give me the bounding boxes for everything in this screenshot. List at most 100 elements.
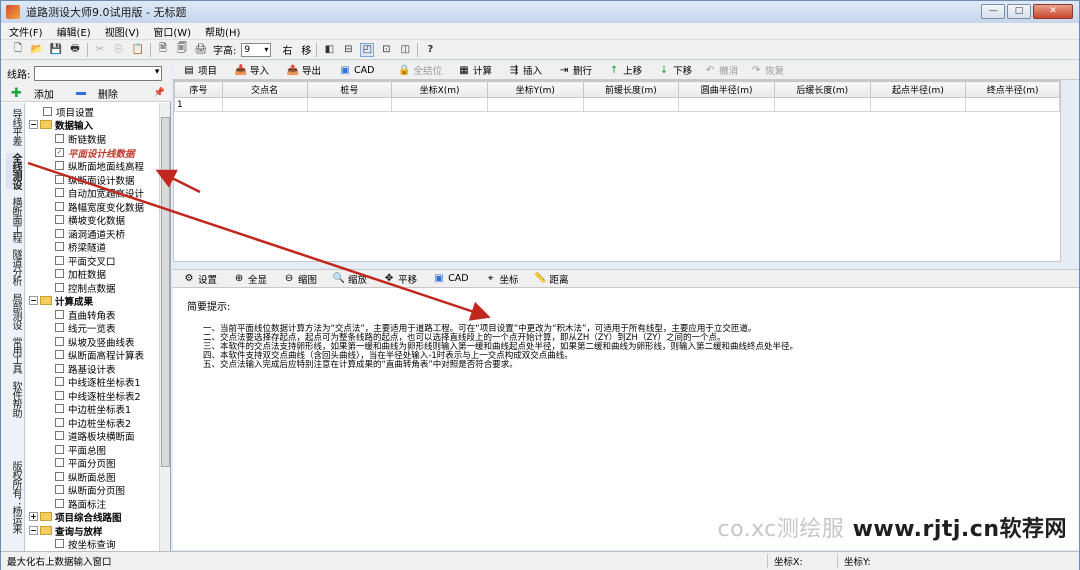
column-header[interactable]: 交点名: [221, 81, 308, 98]
column-header[interactable]: 终点半径(m): [965, 81, 1060, 98]
tree-group-query[interactable]: − 查询与放样: [29, 524, 103, 538]
font-size-select[interactable]: 9: [241, 42, 272, 57]
tree-item-input-10[interactable]: 加桩数据: [55, 267, 106, 281]
tree-item-result-2[interactable]: 纵坡及竖曲线表: [55, 335, 135, 349]
layout-zoom-icon[interactable]: ⊡: [379, 43, 393, 57]
move-up-button[interactable]: ↑ 上移: [608, 63, 642, 78]
table-cell[interactable]: [582, 97, 680, 112]
save-icon[interactable]: 💾: [49, 43, 63, 57]
table-cell[interactable]: [869, 97, 967, 112]
zoom-button[interactable]: 🔍 缩放: [333, 272, 367, 286]
tree-item-input-2[interactable]: 纵断面地面线高程: [55, 159, 144, 173]
tree-item-result-7[interactable]: 中边桩坐标表1: [55, 402, 131, 416]
table-cell[interactable]: [486, 97, 584, 112]
tree-group-data-input[interactable]: − 数据输入: [29, 118, 93, 132]
layout-left-icon[interactable]: ◧: [322, 43, 336, 57]
add-icon[interactable]: ✚: [11, 86, 22, 101]
tree-item-result-6[interactable]: 中线逐桩坐标表2: [55, 389, 141, 403]
tree-item-input-6[interactable]: 横坡变化数据: [55, 213, 125, 227]
tree-item-input-8[interactable]: 桥梁隧道: [55, 240, 106, 254]
coordinate-button[interactable]: ⌖ 坐标: [485, 272, 519, 286]
table-cell[interactable]: [221, 97, 308, 112]
move-down-button[interactable]: ↓ 下移: [658, 63, 692, 78]
table-cell[interactable]: [391, 97, 488, 112]
tree-item-input-5[interactable]: 路幅宽度变化数据: [55, 200, 144, 214]
new-file-icon[interactable]: 🗋: [11, 43, 25, 57]
table-cell[interactable]: [306, 97, 393, 112]
copy-icon[interactable]: ⎘: [112, 43, 126, 57]
layout-minus-icon[interactable]: ⊟: [341, 43, 355, 57]
settings-button[interactable]: ⚙ 设置: [183, 272, 218, 286]
tab-cross-section[interactable]: 横断面工程: [6, 197, 21, 242]
table-cell[interactable]: [965, 97, 1060, 112]
delete-button[interactable]: 删除: [98, 86, 118, 101]
print-preview-icon[interactable]: 🖶: [68, 43, 82, 57]
tree-item-input-3[interactable]: 纵断面设计数据: [55, 173, 135, 187]
export-doc-icon[interactable]: 🗐: [175, 43, 189, 57]
add-button[interactable]: 添加: [34, 86, 54, 101]
column-header[interactable]: 桩号: [306, 81, 393, 98]
menu-file[interactable]: 文件(F): [9, 24, 43, 39]
tree-item-result-10[interactable]: 平面总图: [55, 443, 106, 457]
column-header[interactable]: 圆曲半径(m): [678, 81, 775, 98]
maximize-button[interactable]: □: [1007, 4, 1031, 19]
delete-row-button[interactable]: ⇥ 删行: [558, 63, 592, 78]
column-header[interactable]: 前缓长度(m): [582, 81, 680, 98]
move-button[interactable]: 移: [301, 42, 311, 57]
tree-item-result-0[interactable]: 直曲转角表: [55, 308, 116, 322]
import-button[interactable]: 📥 导入: [235, 63, 269, 78]
column-header[interactable]: 起点半径(m): [869, 81, 967, 98]
tree-item-result-3[interactable]: 纵断面高程计算表: [55, 348, 144, 362]
cut-icon[interactable]: ✂: [93, 43, 107, 57]
table-cell[interactable]: [773, 97, 871, 112]
undo-button[interactable]: ↶ 撤消: [704, 63, 738, 78]
tree-item-result-12[interactable]: 纵断面总图: [55, 470, 116, 484]
help-icon[interactable]: ?: [423, 43, 437, 57]
graphics-cad-button[interactable]: ▣ CAD: [433, 273, 468, 285]
minimize-button[interactable]: —: [981, 4, 1005, 19]
tree-item-result-9[interactable]: 道路板块横断面: [55, 429, 135, 443]
insert-row-button[interactable]: ⇶ 插入: [508, 63, 542, 78]
tree-item-result-11[interactable]: 平面分页图: [55, 456, 116, 470]
column-header[interactable]: 后缓长度(m): [773, 81, 871, 98]
pan-button[interactable]: ✥ 平移: [383, 272, 417, 286]
align-right-button[interactable]: 右: [282, 42, 292, 57]
tree-scrollbar[interactable]: [159, 103, 170, 551]
line-combo[interactable]: [34, 65, 163, 81]
tree-group-overview[interactable]: + 项目综合线路图: [29, 510, 122, 524]
menu-window[interactable]: 窗口(W): [153, 24, 191, 39]
close-button[interactable]: ✕: [1033, 4, 1073, 19]
cad-button[interactable]: ▣ CAD: [339, 64, 374, 76]
tree-item-result-4[interactable]: 路基设计表: [55, 362, 116, 376]
tree-item-result-5[interactable]: 中线逐桩坐标表1: [55, 375, 141, 389]
paste-icon[interactable]: 📋: [131, 43, 145, 57]
export-button[interactable]: 📤 导出: [287, 63, 321, 78]
tab-software-help[interactable]: 软件帮助: [6, 381, 21, 417]
tree-item-result-14[interactable]: 路面标注: [55, 497, 106, 511]
column-header[interactable]: 坐标Y(m): [486, 81, 584, 98]
tree-item-input-9[interactable]: 平面交叉口: [55, 254, 116, 268]
tab-full-line-design[interactable]: 全线测设: [6, 153, 21, 189]
tab-traverse-adjust[interactable]: 导线平差: [6, 109, 21, 145]
menu-edit[interactable]: 编辑(E): [57, 24, 91, 39]
tree-item-query-0[interactable]: 按坐标查询: [55, 537, 116, 551]
tab-common-tools[interactable]: 常用工具: [6, 337, 21, 373]
print-icon[interactable]: 🖨: [194, 43, 208, 57]
distance-button[interactable]: 📏 距离: [534, 272, 568, 286]
calculate-button[interactable]: ▦ 计算: [458, 63, 492, 78]
tree-item-result-8[interactable]: 中边桩坐标表2: [55, 416, 131, 430]
table-cell[interactable]: [678, 97, 775, 112]
tree-item-project-settings[interactable]: 项目设置: [43, 105, 94, 119]
zoom-window-button[interactable]: ⊖ 缩图: [283, 272, 317, 286]
remove-icon[interactable]: [75, 91, 86, 95]
tree-item-input-11[interactable]: 控制点数据: [55, 281, 116, 295]
tree-item-input-0[interactable]: 断链数据: [55, 132, 106, 146]
tree-item-result-1[interactable]: 线元一览表: [55, 321, 116, 335]
menu-help[interactable]: 帮助(H): [205, 24, 240, 39]
full-result-button[interactable]: 🔒 全结位: [398, 63, 442, 78]
project-button[interactable]: ▤ 项目: [183, 63, 217, 78]
redo-button[interactable]: ↷ 恢复: [750, 63, 784, 78]
column-header[interactable]: 序号: [174, 81, 223, 98]
tree-item-input-7[interactable]: 涵洞通道天桥: [55, 227, 125, 241]
tab-tunnel-analysis[interactable]: 隧道分析: [6, 249, 21, 285]
